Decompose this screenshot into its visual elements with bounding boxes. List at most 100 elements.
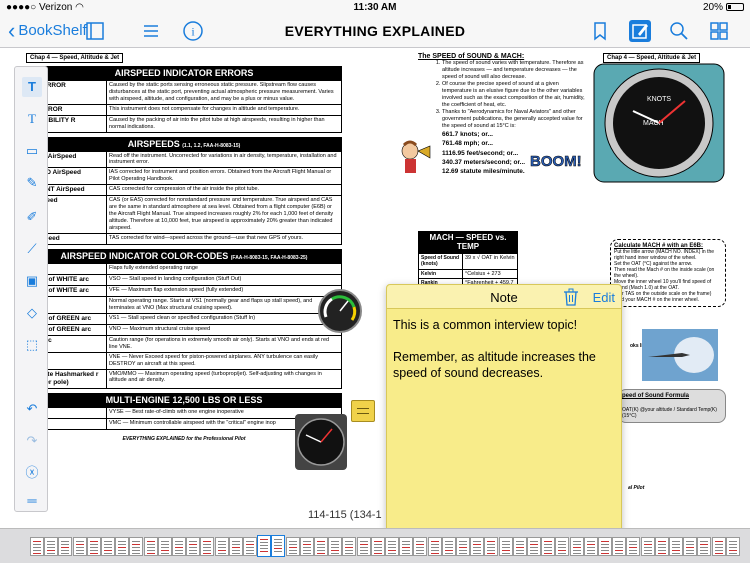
clock: 11:30 AM (353, 1, 397, 13)
wifi-icon: ◠ (75, 1, 84, 13)
page-thumbnail[interactable] (612, 537, 627, 556)
page-thumbnail[interactable] (157, 537, 172, 556)
page-thumbnail[interactable] (413, 537, 428, 556)
page-thumbnail[interactable] (30, 537, 44, 556)
bookmark-icon[interactable] (589, 20, 611, 42)
page-thumbnail[interactable] (129, 537, 144, 556)
page-thumbnail[interactable] (200, 537, 215, 556)
note-title: Note (490, 290, 518, 305)
page-thumbnail[interactable] (498, 537, 513, 556)
page-thumbnail[interactable] (725, 537, 740, 556)
page-thumbnail[interactable] (172, 537, 186, 556)
note-popup[interactable]: Note Edit This is a common interview top… (386, 284, 622, 546)
table-row: r limit of WHITE arc VFE — Maximum flap e… (26, 284, 342, 298)
signal-icon: ●●●●○ (6, 1, 39, 13)
page-thumbnail[interactable] (683, 537, 698, 556)
selection-icon[interactable]: ⬚ (22, 335, 42, 355)
menu-icon[interactable]: ═ (22, 491, 42, 511)
page-thumbnail[interactable] (427, 537, 442, 556)
airspeed-gauge-icon (318, 289, 362, 333)
page-thumbnail[interactable] (214, 537, 229, 556)
color-codes-table: e arcFlaps fully extended operating rang… (26, 262, 342, 389)
page-thumbnail[interactable] (285, 537, 300, 556)
table-row: RESSIBILITY R Caused by the packing of ai… (26, 114, 342, 133)
page-thumbnail[interactable] (143, 537, 158, 556)
note-marker-icon[interactable] (351, 400, 375, 422)
page-thumbnail[interactable] (484, 537, 499, 556)
page-thumbnail[interactable] (228, 537, 243, 556)
page-thumbnail[interactable] (328, 537, 343, 556)
page-thumbnail[interactable] (356, 537, 371, 556)
page-thumbnail[interactable] (555, 537, 570, 556)
mach-chapter-box: Chap 4 — Speed, Altitude & Jet (593, 53, 701, 63)
page-thumbnail[interactable] (583, 537, 598, 556)
page-thumbnail[interactable] (58, 537, 73, 556)
pen-icon[interactable]: ✎ (22, 173, 42, 193)
page-thumbnail[interactable] (569, 537, 584, 556)
eraser-icon[interactable]: ◇ (22, 303, 42, 323)
page-thumbnail[interactable] (72, 537, 87, 556)
page-thumbnail[interactable] (711, 537, 726, 556)
page-thumbnail[interactable] (512, 537, 527, 556)
image-icon[interactable]: ▣ (22, 271, 42, 291)
note-body[interactable]: This is a common interview topic! Rememb… (387, 309, 621, 405)
page-thumbnail[interactable] (697, 537, 712, 556)
machmeter-icon: KNOTS MACH (593, 63, 725, 183)
comment-icon[interactable]: ▭ (22, 141, 42, 161)
page-thumbnail[interactable] (470, 537, 485, 556)
note-header: Note Edit (387, 285, 621, 309)
page-thumbnail[interactable] (527, 537, 541, 556)
text-style-icon[interactable]: T (22, 109, 42, 129)
page-thumbnail[interactable] (441, 537, 456, 556)
edit-button[interactable]: Edit (593, 290, 615, 305)
page-thumbnail[interactable] (456, 537, 470, 556)
airspeeds-table: ATED AirSpeed Read off the instrument. Un… (26, 150, 342, 245)
page-thumbnail[interactable] (243, 537, 257, 556)
grid-icon[interactable] (708, 20, 730, 42)
sound-list: The speed of sound varies with temperatu… (418, 60, 588, 130)
page-thumbnail[interactable] (44, 537, 59, 556)
svg-text:KNOTS: KNOTS (647, 96, 671, 103)
page-thumbnail[interactable] (257, 535, 272, 557)
page-thumbnail[interactable] (299, 537, 314, 556)
close-icon[interactable]: ⓧ (22, 463, 42, 483)
table-row: & White Hashmarked r (barber pole) VMO/MM… (26, 368, 342, 389)
annotate-icon[interactable] (629, 20, 651, 42)
page-thumbnail[interactable] (370, 537, 385, 556)
color-codes-heading: AIRSPEED INDICATOR COLOR-CODES (FAA-H-80… (26, 248, 342, 263)
page-thumbnail[interactable] (626, 537, 641, 556)
errors-table: ION ERRORCaused by the static ports sens… (26, 80, 342, 133)
page-thumbnail[interactable] (86, 537, 101, 556)
search-icon[interactable] (668, 20, 690, 42)
redo-icon[interactable]: ↷ (22, 431, 42, 451)
multi-engine-heading: MULTI-ENGINE 12,500 LBS OR LESS (26, 392, 342, 407)
page-thumbnail[interactable] (399, 537, 414, 556)
page-indicator: 114-115 (134-1 (308, 509, 382, 521)
pilot-cartoon-icon (401, 140, 431, 173)
trash-icon[interactable] (563, 288, 579, 306)
line-icon[interactable]: ⟋ (22, 239, 42, 259)
mach-gauge-icon (295, 414, 347, 470)
page-thumbnail[interactable] (314, 537, 328, 556)
page-thumbnail[interactable] (640, 537, 655, 556)
page-thumbnail[interactable] (342, 537, 357, 556)
airspeeds-heading: AIRSPEEDS (1.1, 1.2, FAA-H-8083-15) (26, 136, 342, 151)
page-thumbnail[interactable] (654, 537, 669, 556)
thumbnail-strip[interactable] (0, 528, 750, 563)
errors-heading: AIRSPEED INDICATOR ERRORS (26, 66, 342, 80)
page-thumbnail[interactable] (598, 537, 612, 556)
table-row: VALENT AirSpeed CAS corrected for compres… (26, 183, 342, 197)
page-thumbnail[interactable] (115, 537, 130, 556)
table-row: e arcFlaps fully extended operating rang… (26, 262, 342, 275)
text-tool-icon[interactable]: T (22, 77, 42, 97)
document-view[interactable]: Chap 4 — Speed, Altitude & Jet AIRSPEED … (0, 48, 750, 541)
page-thumbnail[interactable] (101, 537, 115, 556)
undo-icon[interactable]: ↶ (22, 399, 42, 419)
highlighter-icon[interactable]: ✐ (22, 207, 42, 227)
table-row: Speed of Sound (knots) 39 x √ OAT in Kelv… (418, 253, 518, 270)
page-thumbnail[interactable] (186, 537, 201, 556)
page-thumbnail[interactable] (385, 537, 399, 556)
page-thumbnail[interactable] (271, 535, 286, 557)
page-thumbnail[interactable] (669, 537, 683, 556)
page-thumbnail[interactable] (541, 537, 556, 556)
